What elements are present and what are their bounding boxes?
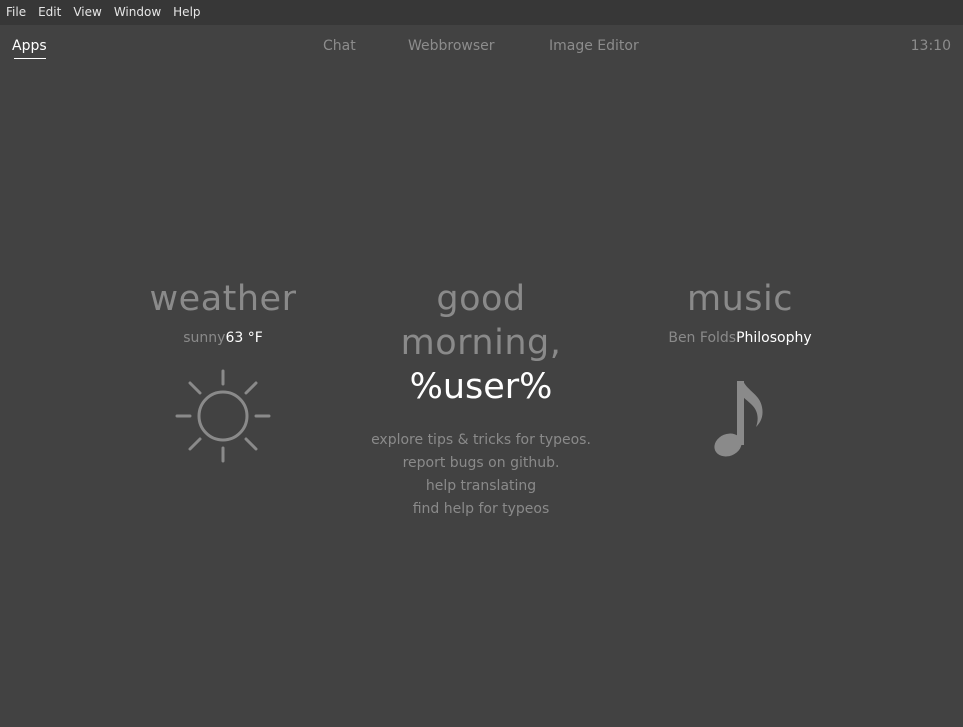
- menu-bar: File Edit View Window Help: [0, 0, 963, 25]
- weather-title: weather: [149, 279, 297, 319]
- link-translate[interactable]: help translating: [351, 475, 611, 498]
- weather-temperature: 63 °F: [225, 330, 263, 346]
- music-artist: Ben Folds: [668, 330, 737, 346]
- menu-window[interactable]: Window: [108, 0, 167, 25]
- weather-widget: weather sunny63 °F: [123, 277, 323, 467]
- menu-view[interactable]: View: [67, 0, 107, 25]
- greeting-user: %user%: [409, 367, 553, 407]
- link-report-bugs[interactable]: report bugs on github.: [351, 452, 611, 475]
- top-bar: Apps Chat Webbrowser Image Editor 13:10: [0, 25, 963, 67]
- active-tab-indicator: [14, 58, 46, 59]
- menu-file[interactable]: File: [0, 0, 32, 25]
- help-links: explore tips & tricks for typeos. report…: [351, 429, 611, 521]
- menu-edit[interactable]: Edit: [32, 0, 67, 25]
- music-now-playing: Ben FoldsPhilosophy: [640, 329, 840, 347]
- music-icon-wrap[interactable]: [640, 367, 840, 467]
- weather-icon-wrap: [123, 367, 323, 467]
- music-widget: music Ben FoldsPhilosophy: [640, 277, 840, 467]
- weather-summary: sunny63 °F: [123, 329, 323, 347]
- weather-condition: sunny: [183, 330, 226, 346]
- menu-help[interactable]: Help: [167, 0, 206, 25]
- tab-apps[interactable]: Apps: [12, 38, 47, 54]
- tab-webbrowser[interactable]: Webbrowser: [408, 38, 495, 54]
- link-tips[interactable]: explore tips & tricks for typeos.: [351, 429, 611, 452]
- clock: 13:10: [910, 38, 951, 54]
- link-find-help[interactable]: find help for typeos: [351, 498, 611, 521]
- greeting-line-1: good: [436, 279, 526, 319]
- greeting-line-2: morning,: [400, 323, 562, 363]
- sun-icon: [175, 369, 271, 463]
- music-track[interactable]: Philosophy: [736, 330, 812, 346]
- greeting-widget: good morning, %user% explore tips & tric…: [351, 277, 611, 521]
- music-note-icon[interactable]: [690, 367, 790, 467]
- tab-image-editor[interactable]: Image Editor: [549, 38, 639, 54]
- music-title: music: [687, 279, 793, 319]
- tab-chat[interactable]: Chat: [323, 38, 356, 54]
